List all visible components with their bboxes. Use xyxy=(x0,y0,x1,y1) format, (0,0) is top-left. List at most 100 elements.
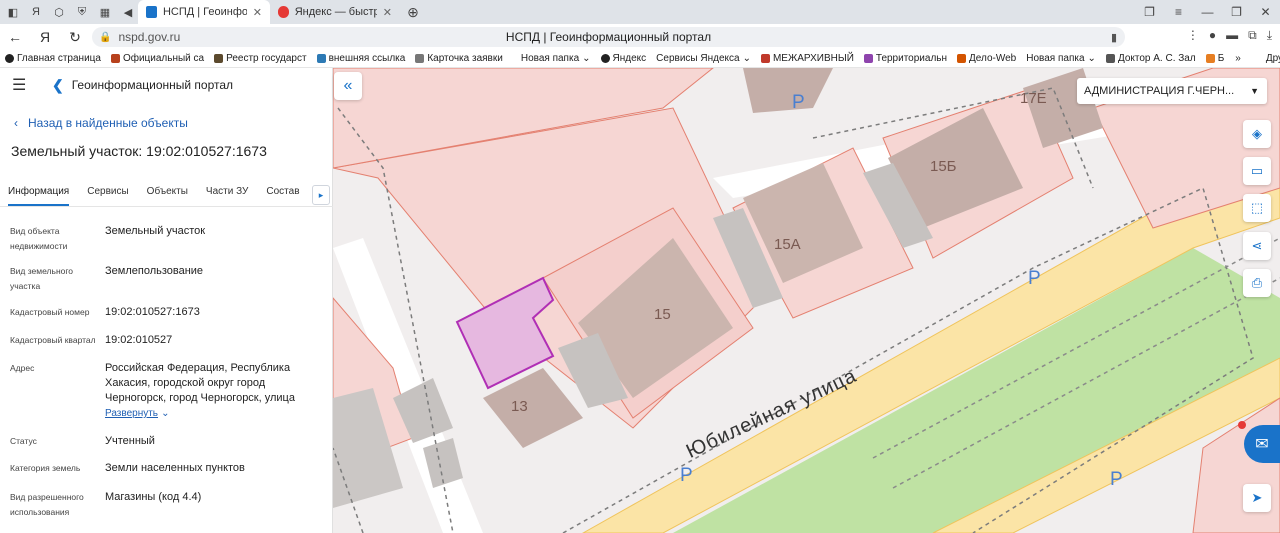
collapse-panel-button[interactable]: « xyxy=(334,72,362,100)
prop-key: Адрес xyxy=(10,363,35,373)
bookmark-item[interactable]: Дело-Web xyxy=(952,53,1021,64)
sound-icon[interactable]: ◀ xyxy=(118,2,138,22)
print-button[interactable]: ⎙ xyxy=(1243,269,1271,297)
chevron-down-icon: ⌄ xyxy=(742,53,751,64)
bookmark-item[interactable]: Официальный са xyxy=(106,53,209,64)
more-bookmarks-icon[interactable]: » xyxy=(1235,53,1241,64)
back-link-label: Назад в найденные объекты xyxy=(28,116,188,130)
tab-services[interactable]: Сервисы xyxy=(87,180,128,206)
bookmark-item[interactable]: Б xyxy=(1201,53,1230,64)
sidebar-toggle-icon[interactable]: ◧ xyxy=(3,2,23,22)
share-button[interactable]: ⋖ xyxy=(1243,232,1271,260)
bookmark-item[interactable]: Доктор А. С. Зал xyxy=(1101,53,1201,64)
collections-icon[interactable]: ⧉ xyxy=(1248,28,1257,43)
menu-icon[interactable]: ≡ xyxy=(1164,5,1193,19)
bookmark-item[interactable]: Территориальн xyxy=(859,53,952,64)
close-icon[interactable]: ✕ xyxy=(253,6,262,19)
building-label: 17Е xyxy=(1020,90,1047,107)
tab-composition[interactable]: Состав xyxy=(266,180,299,206)
prop-value: Учтенный xyxy=(105,435,155,447)
prop-value: Землепользование xyxy=(105,265,204,277)
bookmark-folder[interactable]: Сервисы Яндекса ⌄ xyxy=(651,53,756,64)
back-arrow-icon[interactable]: ← xyxy=(0,29,30,45)
yandex-favicon-icon xyxy=(278,6,289,18)
map-canvas[interactable]: 15 15А 15Б 17Е 13 P P P P Юбилейная улиц… xyxy=(333,68,1280,533)
minimize-icon[interactable]: — xyxy=(1193,5,1222,19)
close-icon[interactable]: ✕ xyxy=(383,6,392,19)
prop-key: Вид разрешенного использования xyxy=(10,492,84,517)
chevron-down-icon: ⌄ xyxy=(1087,53,1096,64)
close-window-icon[interactable]: ✕ xyxy=(1251,5,1280,19)
navigate-button[interactable]: ➤ xyxy=(1243,484,1271,512)
prop-row: Категория земель Земли населенных пункто… xyxy=(0,461,333,476)
nspd-logo-icon: ❮ xyxy=(52,76,64,93)
prop-row: Статус Учтенный xyxy=(0,434,333,449)
download-icon[interactable]: ⤓ xyxy=(1267,28,1272,43)
extension-icon[interactable]: ⬡ xyxy=(49,2,69,22)
prop-row: Кадастровый номер 19:02:010527:1673 xyxy=(0,305,333,320)
prop-row: Адрес Российская Федерация, Республика Х… xyxy=(0,361,333,421)
shield-icon[interactable]: ⛨ xyxy=(72,2,92,22)
alice-icon[interactable]: ● xyxy=(1209,28,1216,43)
layers-button[interactable]: ◈ xyxy=(1243,120,1271,148)
building-label: 13 xyxy=(511,398,528,415)
browser-tools: ⋮ ● ▬ ⧉ ⤓ xyxy=(1187,28,1272,43)
new-tab-icon[interactable]: ⊕ xyxy=(403,2,423,22)
map-svg xyxy=(333,68,1280,533)
tab-parts[interactable]: Части ЗУ xyxy=(206,180,248,206)
object-panel: ☰ ❮ Геоинформационный портал ‹ Назад в н… xyxy=(0,68,333,533)
portal-header: ☰ ❮ Геоинформационный портал xyxy=(0,68,332,102)
maximize-icon[interactable]: ❐ xyxy=(1222,5,1251,19)
bookmark-folder[interactable]: Новая папка ⌄ xyxy=(516,53,596,64)
print-icon: ⎙ xyxy=(1251,275,1263,290)
tabs-divider xyxy=(0,206,333,207)
prop-key: Кадастровый квартал xyxy=(10,335,96,345)
bookmark-item[interactable]: Реестр государст xyxy=(209,53,311,64)
bookmark-folder[interactable]: Новая папка ⌄ xyxy=(1021,53,1101,64)
chevron-left-icon: ‹ xyxy=(14,116,18,130)
expand-link[interactable]: Развернуть xyxy=(105,408,158,419)
bookmark-icon[interactable]: ▮ xyxy=(1111,31,1117,44)
bookmark-item[interactable]: внешняя ссылка xyxy=(312,53,411,64)
tab-yandex[interactable]: Яндекс — быстрый поиск ✕ xyxy=(270,0,400,24)
prop-row: Кадастровый квартал 19:02:010527 xyxy=(0,333,333,348)
prop-key: Категория земель xyxy=(10,463,81,473)
select-area-icon: ⬚ xyxy=(1250,200,1264,215)
other-bookmarks[interactable]: Другие закладки⌄ xyxy=(1261,53,1280,64)
bookmark-item[interactable]: МЕЖАРХИВНЫЙ xyxy=(756,53,859,64)
bookmark-item[interactable]: Яндекс xyxy=(596,53,652,64)
prop-value: Магазины (код 4.4) xyxy=(105,491,202,503)
ruler-button[interactable]: ▭ xyxy=(1243,157,1271,185)
tab-nspd[interactable]: НСПД | Геоинформационный портал ✕ xyxy=(138,0,270,24)
bookmark-item[interactable]: Главная страница xyxy=(0,53,106,64)
wallet-icon[interactable]: ▬ xyxy=(1226,28,1238,43)
url-host: nspd.gov.ru xyxy=(118,30,181,44)
building-label: 15 xyxy=(654,306,671,323)
menu-icon[interactable]: ☰ xyxy=(12,75,32,95)
yandex-home-icon[interactable]: Я xyxy=(30,29,60,45)
prop-value-address: Российская Федерация, Республика Хакасия… xyxy=(105,362,295,419)
parking-icon: P xyxy=(792,92,805,113)
tab-info[interactable]: Информация xyxy=(8,180,70,206)
windows-icon[interactable]: ▦ xyxy=(95,2,115,22)
prop-key: Вид земельного участка xyxy=(10,266,74,291)
select-area-button[interactable]: ⬚ xyxy=(1243,194,1271,222)
more-icon[interactable]: ⋮ xyxy=(1187,28,1199,43)
share-icon: ⋖ xyxy=(1251,238,1263,253)
nspd-favicon-icon xyxy=(146,6,157,18)
back-link[interactable]: ‹ Назад в найденные объекты xyxy=(14,116,188,130)
reload-icon[interactable]: ↻ xyxy=(60,29,90,46)
tabs-icon[interactable]: ❐ xyxy=(1135,5,1164,19)
chevron-right-icon[interactable]: ▸ xyxy=(312,185,330,205)
yandex-icon[interactable]: Я xyxy=(26,2,46,22)
support-chat-button[interactable]: ✉ xyxy=(1244,425,1280,463)
bookmark-item[interactable]: Карточка заявки xyxy=(410,53,508,64)
layers-icon: ◈ xyxy=(1252,126,1262,141)
caret-down-icon: ▼ xyxy=(1250,86,1259,96)
tab-objects[interactable]: Объекты xyxy=(147,180,188,206)
ruler-icon: ▭ xyxy=(1250,163,1264,178)
url-field[interactable]: 🔒 nspd.gov.ru НСПД | Геоинформационный п… xyxy=(92,27,1125,47)
admin-select[interactable]: АДМИНИСТРАЦИЯ Г.ЧЕРН... ▼ xyxy=(1077,78,1267,104)
prop-row: Вид объекта недвижимости Земельный участ… xyxy=(0,224,333,254)
tab-yandex-label: Яндекс — быстрый поиск xyxy=(294,6,377,18)
